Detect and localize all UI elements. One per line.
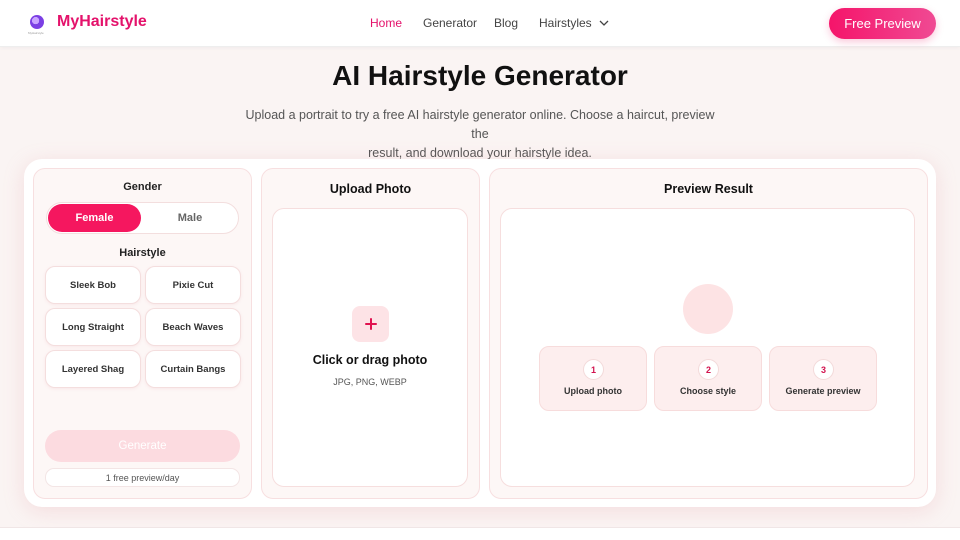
chevron-down-icon (599, 20, 609, 27)
step-card: 2 Choose style (654, 346, 762, 411)
gender-male-option[interactable]: Male (143, 204, 237, 232)
subtitle-line-1: Upload a portrait to try a free AI hairs… (245, 108, 715, 141)
gender-label: Gender (123, 181, 162, 193)
step-card: 3 Generate preview (769, 346, 877, 411)
plus-glyph (364, 318, 377, 330)
preview-title: Preview Result (664, 182, 753, 196)
photo-dropzone[interactable] (272, 208, 468, 487)
nav-hairstyles[interactable]: Hairstyles (539, 16, 609, 30)
page-subtitle: Upload a portrait to try a free AI hairs… (240, 106, 720, 163)
quota-badge: 1 free preview/day (45, 468, 240, 487)
upload-title: Upload Photo (329, 182, 412, 196)
nav-hairstyles-label: Hairstyles (539, 16, 592, 30)
nav-home[interactable]: Home (370, 16, 402, 30)
page-title: AI Hairstyle Generator (332, 60, 628, 91)
logo-caption: MyHairstyle (28, 31, 44, 35)
step-label: Generate preview (785, 386, 861, 396)
page-footer-edge (0, 527, 960, 540)
style-layered-shag[interactable]: Layered Shag (45, 350, 141, 388)
style-curtain-bangs[interactable]: Curtain Bangs (145, 350, 241, 388)
style-sleek-bob[interactable]: Sleek Bob (45, 266, 141, 304)
nav-generator[interactable]: Generator (423, 16, 477, 30)
step-card: 1 Upload photo (539, 346, 647, 411)
step-number: 2 (698, 359, 719, 380)
step-number: 1 (583, 359, 604, 380)
free-preview-button[interactable]: Free Preview (829, 8, 936, 39)
gender-female-option[interactable]: Female (48, 204, 141, 232)
nav-blog[interactable]: Blog (494, 16, 518, 30)
style-long-straight[interactable]: Long Straight (45, 308, 141, 346)
style-beach-waves[interactable]: Beach Waves (145, 308, 241, 346)
brand-name[interactable]: MyHairstyle (57, 13, 147, 31)
step-label: Upload photo (564, 386, 622, 396)
generate-button[interactable]: Generate (45, 430, 240, 462)
hairstyle-label: Hairstyle (119, 247, 166, 259)
hair-profile-icon[interactable] (30, 15, 44, 29)
step-label: Choose style (679, 386, 737, 396)
step-number: 3 (813, 359, 834, 380)
avatar-placeholder (683, 284, 733, 334)
top-nav-bar: MyHairstyle MyHairstyle Home Generator B… (0, 0, 960, 47)
accepted-formats: JPG, PNG, WEBP (333, 377, 407, 387)
style-pixie-cut[interactable]: Pixie Cut (145, 266, 241, 304)
plus-icon[interactable] (352, 306, 389, 342)
dropzone-title: Click or drag photo (312, 353, 428, 367)
